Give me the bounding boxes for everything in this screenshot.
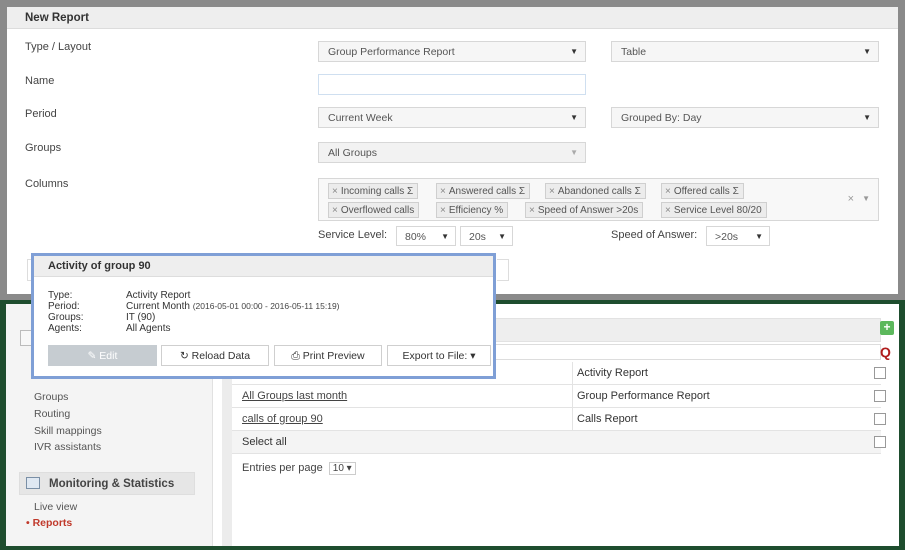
groups-value: All Groups — [328, 147, 378, 159]
column-divider — [572, 408, 573, 431]
column-tag[interactable]: × Abandoned calls Σ — [545, 183, 646, 199]
clear-all-icon[interactable]: × — [848, 193, 854, 205]
add-report-icon[interactable]: + — [880, 321, 894, 335]
speed-of-answer-select[interactable]: >20s ▼ — [706, 226, 770, 246]
export-to-file-button[interactable]: Export to File: ▾ — [387, 345, 491, 366]
report-type-cell: Calls Report — [577, 413, 638, 425]
report-name-link[interactable]: All Groups last month — [242, 390, 347, 402]
chevron-down-icon: ▼ — [570, 47, 578, 56]
report-type-select[interactable]: Group Performance Report ▼ — [318, 41, 586, 62]
new-report-panel: New Report Type / Layout Group Performan… — [7, 7, 898, 294]
column-tag[interactable]: × Offered calls Σ — [661, 183, 744, 199]
sidebar-section-monitoring[interactable]: Monitoring & Statistics — [19, 472, 195, 495]
reload-data-button[interactable]: ↻ Reload Data — [161, 345, 269, 366]
period-value: Current Week — [328, 112, 393, 124]
grouped-by-value: Grouped By: Day — [621, 112, 702, 124]
popup-type-key: Type: — [48, 290, 73, 301]
remove-tag-icon[interactable]: × — [665, 186, 671, 197]
table-row[interactable]: calls of group 90 Calls Report — [232, 408, 886, 431]
sidebar-item-routing[interactable]: Routing — [34, 408, 70, 420]
remove-tag-icon[interactable]: × — [332, 205, 338, 216]
columns-label: Columns — [25, 178, 69, 190]
report-type-cell: Group Performance Report — [577, 390, 710, 402]
chevron-down-icon: ▼ — [441, 232, 449, 241]
popup-period-range: (2016-05-01 00:00 - 2016-05-11 15:19) — [192, 301, 340, 311]
layout-select[interactable]: Table ▼ — [611, 41, 879, 62]
entries-per-page: Entries per page 10 ▾ — [242, 462, 356, 475]
report-name-link[interactable]: calls of group 90 — [242, 413, 323, 425]
row-checkbox[interactable] — [874, 390, 886, 402]
sidebar-item-reports[interactable]: • Reports — [26, 517, 72, 529]
row-checkbox[interactable] — [874, 413, 886, 425]
service-level-percent-select[interactable]: 80% ▼ — [396, 226, 456, 246]
column-tag[interactable]: × Answered calls Σ — [436, 183, 531, 199]
column-tag[interactable]: × Service Level 80/20 — [661, 202, 767, 218]
column-tag[interactable]: × Efficiency % — [436, 202, 509, 218]
entries-label: Entries per page — [242, 462, 323, 474]
period-select[interactable]: Current Week ▼ — [318, 107, 586, 128]
speed-of-answer-label: Speed of Answer: — [611, 229, 698, 241]
sidebar-item-live-view[interactable]: Live view — [34, 501, 77, 513]
remove-tag-icon[interactable]: × — [529, 205, 535, 216]
column-tag[interactable]: × Overflowed calls — [328, 202, 420, 218]
column-divider — [572, 362, 573, 385]
popup-title: Activity of group 90 — [34, 256, 493, 277]
service-level-seconds-select[interactable]: 20s ▼ — [460, 226, 513, 246]
popup-groups-value: IT (90) — [126, 312, 156, 323]
popup-agents-value: All Agents — [126, 323, 171, 334]
remove-tag-icon[interactable]: × — [440, 186, 446, 197]
popup-period-value: Current Month (2016-05-01 00:00 - 2016-0… — [126, 301, 340, 312]
chevron-down-icon: ▼ — [755, 232, 763, 241]
sidebar-item-ivr-assistants[interactable]: IVR assistants — [34, 441, 101, 453]
report-details-popup: Activity of group 90 Type: Activity Repo… — [31, 253, 496, 379]
columns-multiselect[interactable]: × Incoming calls Σ × Answered calls Σ × Aba… — [318, 178, 879, 221]
chevron-down-icon: ▼ — [570, 148, 578, 157]
table-row[interactable]: All Groups last month Group Performance … — [232, 385, 886, 408]
groups-select[interactable]: All Groups ▼ — [318, 142, 586, 163]
report-type-value: Group Performance Report — [328, 46, 455, 58]
type-layout-label: Type / Layout — [25, 41, 92, 53]
search-icon[interactable]: Q — [880, 344, 891, 360]
select-all-row[interactable]: Select all — [232, 431, 886, 454]
print-preview-button[interactable]: ⎙ Print Preview — [274, 345, 382, 366]
report-name-input[interactable] — [318, 74, 586, 95]
column-divider — [572, 385, 573, 408]
select-all-label: Select all — [242, 436, 287, 448]
new-report-title: New Report — [7, 7, 898, 29]
entries-per-page-select[interactable]: 10 ▾ — [328, 462, 356, 475]
grouped-by-select[interactable]: Grouped By: Day ▼ — [611, 107, 879, 128]
chevron-down-icon: ▼ — [498, 232, 506, 241]
sidebar-item-groups[interactable]: Groups — [34, 391, 68, 403]
row-checkbox[interactable] — [874, 367, 886, 379]
popup-type-value: Activity Report — [126, 290, 191, 301]
remove-tag-icon[interactable]: × — [332, 186, 338, 197]
column-tag[interactable]: × Incoming calls Σ — [328, 183, 419, 199]
hidden-button-edge — [497, 259, 509, 281]
sidebar-item-skill-mappings[interactable]: Skill mappings — [34, 425, 102, 437]
select-all-checkbox[interactable] — [874, 436, 886, 448]
name-label: Name — [25, 75, 55, 87]
chevron-down-icon[interactable]: ▼ — [862, 194, 870, 203]
layout-value: Table — [621, 46, 647, 58]
service-level-label: Service Level: — [318, 229, 388, 241]
popup-agents-key: Agents: — [48, 323, 82, 334]
chevron-down-icon: ▼ — [863, 47, 871, 56]
period-label: Period — [25, 108, 57, 120]
monitor-icon — [26, 477, 40, 489]
remove-tag-icon[interactable]: × — [549, 186, 555, 197]
report-type-cell: Activity Report — [577, 367, 648, 379]
edit-button[interactable]: ✎ Edit — [48, 345, 157, 366]
groups-label: Groups — [25, 142, 62, 154]
popup-groups-key: Groups: — [48, 312, 84, 323]
chevron-down-icon: ▼ — [863, 113, 871, 122]
remove-tag-icon[interactable]: × — [665, 205, 671, 216]
chevron-down-icon: ▼ — [570, 113, 578, 122]
remove-tag-icon[interactable]: × — [440, 205, 446, 216]
column-tag[interactable]: × Speed of Answer >20s — [525, 202, 644, 218]
popup-period-key: Period: — [48, 301, 80, 312]
